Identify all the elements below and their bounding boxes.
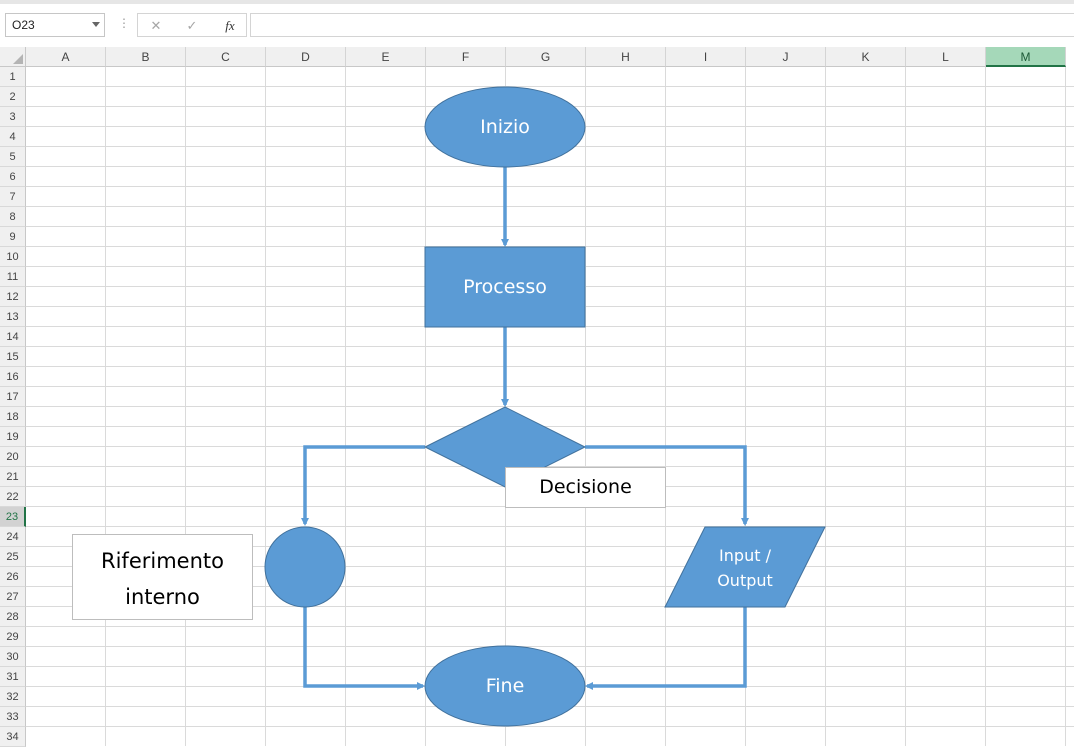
io-label-line2: Output — [717, 571, 773, 590]
decision-text-box[interactable]: Decisione — [505, 467, 666, 508]
decision-label: Decisione — [539, 476, 632, 498]
connector-io-to-end[interactable] — [585, 607, 747, 690]
flowchart-canvas — [264, 86, 826, 727]
reference-text-box[interactable]: Riferimento interno — [72, 534, 253, 620]
io-label-line1: Input / — [719, 546, 771, 565]
reference-connector-shape[interactable] — [264, 526, 346, 608]
connector-decision-to-reference[interactable] — [301, 445, 425, 526]
reference-label-line1: Riferimento — [101, 549, 224, 573]
start-label: Inizio — [480, 116, 530, 138]
end-label: Fine — [485, 675, 525, 697]
process-label: Processo — [463, 276, 547, 298]
connector-reference-to-end[interactable] — [303, 607, 425, 690]
reference-label-line2: interno — [125, 585, 200, 609]
